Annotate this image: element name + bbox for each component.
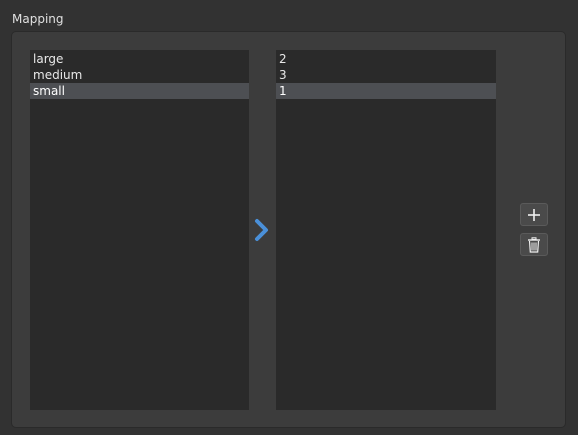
mapping-panel: Mapping large medium small 2 3 1 xyxy=(0,0,578,435)
group-title: Mapping xyxy=(12,12,64,26)
target-list-item-selected[interactable]: 1 xyxy=(276,83,496,99)
add-mapping-button[interactable] xyxy=(520,203,548,226)
chevron-right-icon xyxy=(253,217,271,243)
trash-icon xyxy=(527,236,541,253)
source-list[interactable]: large medium small xyxy=(30,50,249,410)
source-list-item[interactable]: large xyxy=(30,51,249,67)
target-list-item[interactable]: 2 xyxy=(276,51,496,67)
target-list-item[interactable]: 3 xyxy=(276,67,496,83)
target-list[interactable]: 2 3 1 xyxy=(276,50,496,410)
source-list-item[interactable]: medium xyxy=(30,67,249,83)
delete-mapping-button[interactable] xyxy=(520,233,548,256)
source-list-item-selected[interactable]: small xyxy=(30,83,249,99)
plus-icon xyxy=(527,208,541,222)
